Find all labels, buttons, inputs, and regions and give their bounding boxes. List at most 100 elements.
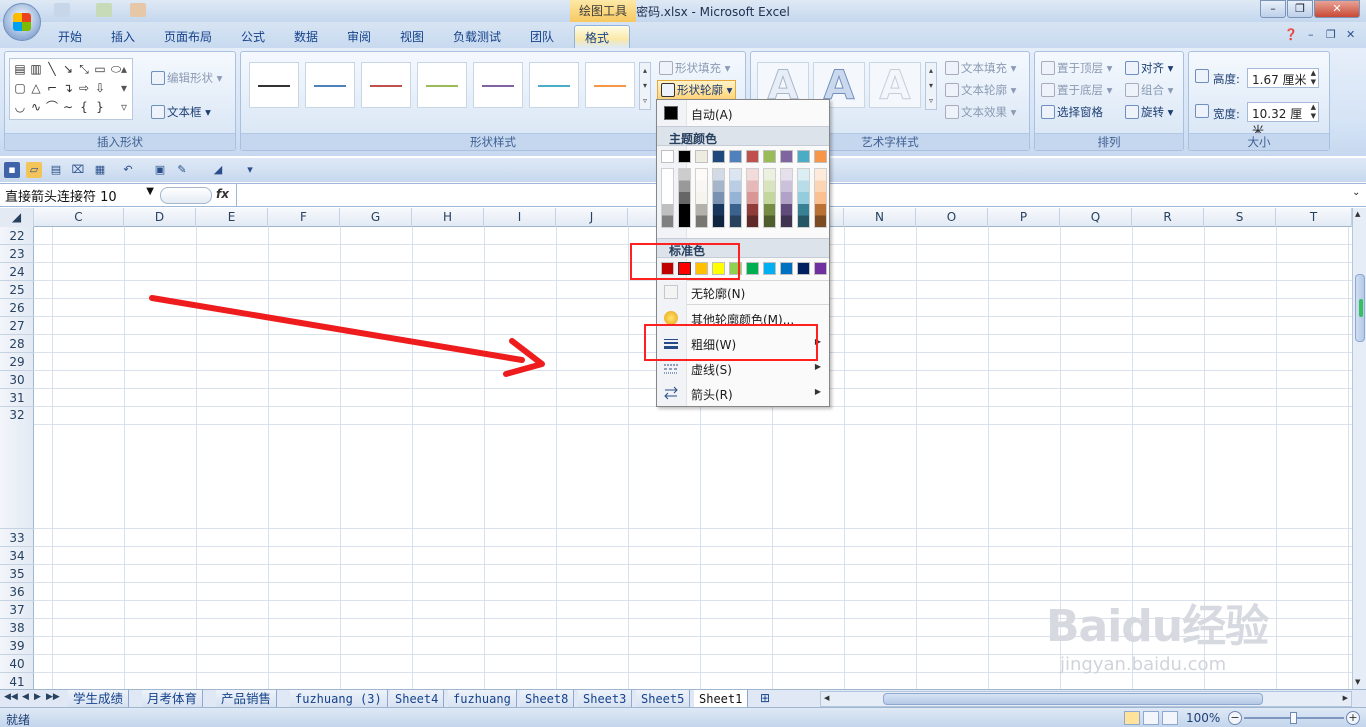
width-spinner-icon[interactable]: ▲ ▼ [1311, 103, 1316, 121]
vertical-scrollbar[interactable]: ▲ ▼ [1352, 208, 1366, 689]
tab-home[interactable]: 开始 [48, 25, 92, 48]
theme-color-swatch[interactable] [678, 150, 691, 163]
theme-color-swatch[interactable] [712, 150, 725, 163]
theme-color-swatch[interactable] [814, 150, 827, 163]
row-header[interactable]: 35 [0, 565, 34, 583]
rectangle-shape-icon[interactable]: ▭ [92, 61, 108, 77]
column-header[interactable]: H [412, 208, 484, 227]
shape-style-7[interactable] [585, 62, 635, 108]
shape-style-1[interactable] [249, 62, 299, 108]
group-button[interactable]: 组合 ▾ [1125, 82, 1173, 98]
rounded-rect-shape-icon[interactable]: ▢ [12, 80, 28, 96]
shape-style-6[interactable] [529, 62, 579, 108]
theme-color-swatch[interactable] [746, 150, 759, 163]
horizontal-scrollbar[interactable]: ◀ ▶ [820, 691, 1352, 707]
column-header[interactable]: E [196, 208, 268, 227]
right-arrow-shape-icon[interactable]: ⇨ [76, 80, 92, 96]
first-sheet-icon[interactable]: ◀◀ [4, 692, 18, 702]
edit-shape-button[interactable]: 编辑形状 ▾ [151, 70, 222, 86]
prev-sheet-icon[interactable]: ◀ [22, 692, 29, 702]
quick-access-icon[interactable] [96, 3, 112, 17]
sheet-tab[interactable]: 产品销售 [216, 690, 278, 708]
row-header[interactable]: 29 [0, 353, 34, 371]
send-to-back-button[interactable]: 置于底层 ▾ [1041, 82, 1112, 98]
insert-function-icon[interactable]: fx [216, 187, 229, 201]
row-header[interactable]: 33 [0, 529, 34, 547]
text-effects-button[interactable]: 文本效果 ▾ [945, 104, 1016, 120]
elbow-arrow-icon[interactable]: ↴ [60, 80, 76, 96]
selection-pane-button[interactable]: 选择窗格 [1041, 104, 1103, 120]
arc-shape-icon[interactable]: ⌒ [44, 99, 60, 115]
standard-color-swatch[interactable] [763, 262, 776, 275]
shape-style-4[interactable] [417, 62, 467, 108]
shape-style-3[interactable] [361, 62, 411, 108]
menu-item-auto[interactable]: 自动(A) [657, 101, 829, 125]
row-header[interactable]: 36 [0, 583, 34, 601]
height-spinner-icon[interactable]: ▲ ▼ [1311, 69, 1316, 87]
row-header[interactable]: 24 [0, 263, 34, 281]
theme-color-shades[interactable] [814, 168, 827, 228]
gallery-scroll-down-icon[interactable]: ▾ [116, 80, 132, 96]
column-header[interactable]: Q [1060, 208, 1132, 227]
tab-format[interactable]: 格式 [574, 25, 630, 48]
theme-color-shades[interactable] [729, 168, 742, 228]
freeform-shape-icon[interactable]: ∿ [28, 99, 44, 115]
column-header[interactable]: D [124, 208, 196, 227]
row-header-tall[interactable]: 32 [0, 407, 34, 529]
sheet-tab-active[interactable]: Sheet1 [694, 690, 749, 708]
tab-team[interactable]: 团队 [520, 25, 564, 48]
zoom-slider-knob[interactable] [1290, 712, 1297, 724]
column-header[interactable]: C [34, 208, 124, 227]
scroll-right-icon[interactable]: ▶ [1343, 694, 1348, 702]
row-header[interactable]: 40 [0, 655, 34, 673]
quick-access-icon[interactable] [130, 3, 146, 17]
column-header[interactable]: F [268, 208, 340, 227]
name-box[interactable]: 直接箭头连接符 10 ▼ [3, 186, 158, 205]
freeze-icon[interactable]: ▦ [92, 162, 108, 178]
shape-style-5[interactable] [473, 62, 523, 108]
column-header[interactable]: O [916, 208, 988, 227]
minimize-button[interactable]: – [1260, 0, 1286, 18]
theme-color-shades[interactable] [712, 168, 725, 228]
theme-color-shades[interactable] [695, 168, 708, 228]
sheet-tab[interactable]: Sheet4 [390, 690, 445, 708]
print-preview-icon[interactable]: ▤ [48, 162, 64, 178]
edit-icon[interactable]: ✎ [174, 162, 190, 178]
last-sheet-icon[interactable]: ▶▶ [46, 692, 60, 702]
theme-color-swatch[interactable] [763, 150, 776, 163]
open-icon[interactable]: ▱ [26, 162, 42, 178]
row-header[interactable]: 27 [0, 317, 34, 335]
curve-shape-icon[interactable]: ◡ [12, 99, 28, 115]
theme-color-shades[interactable] [797, 168, 810, 228]
down-arrow-shape-icon[interactable]: ⇩ [92, 80, 108, 96]
align-button[interactable]: 对齐 ▾ [1125, 60, 1173, 76]
height-input[interactable]: 1.67 厘米 ▲ ▼ [1247, 68, 1319, 88]
chart-icon[interactable]: ▣ [152, 162, 168, 178]
gallery-scroll-up-icon[interactable]: ▴ [116, 61, 132, 77]
style-gallery-scroll[interactable]: ▴ ▾ ▿ [639, 62, 651, 110]
text-outline-button[interactable]: 文本轮廓 ▾ [945, 82, 1016, 98]
horizontal-scroll-thumb[interactable] [883, 693, 1263, 705]
tab-formulas[interactable]: 公式 [231, 25, 275, 48]
tab-insert[interactable]: 插入 [101, 25, 145, 48]
column-header[interactable]: S [1204, 208, 1276, 227]
next-sheet-icon[interactable]: ▶ [34, 692, 41, 702]
column-header[interactable]: P [988, 208, 1060, 227]
row-header[interactable]: 34 [0, 547, 34, 565]
shape-style-2[interactable] [305, 62, 355, 108]
row-header[interactable]: 28 [0, 335, 34, 353]
line-shape-icon[interactable]: ╲ [44, 61, 60, 77]
theme-color-swatch[interactable] [797, 150, 810, 163]
menu-item-no-outline[interactable]: 无轮廓(N) [657, 280, 829, 304]
gallery-more-icon[interactable]: ▿ [116, 99, 132, 115]
right-brace-shape-icon[interactable]: } [92, 99, 108, 115]
tab-review[interactable]: 审阅 [337, 25, 381, 48]
theme-color-swatch[interactable] [695, 150, 708, 163]
sheet-tab[interactable]: Sheet3 [578, 690, 633, 708]
shape-outline-button[interactable]: 形状轮廓 ▾ [657, 80, 737, 100]
row-header[interactable]: 25 [0, 281, 34, 299]
standard-color-swatch[interactable] [814, 262, 827, 275]
standard-color-swatch[interactable] [797, 262, 810, 275]
theme-color-swatch[interactable] [780, 150, 793, 163]
width-input[interactable]: 10.32 厘米 ▲ ▼ [1247, 102, 1319, 138]
